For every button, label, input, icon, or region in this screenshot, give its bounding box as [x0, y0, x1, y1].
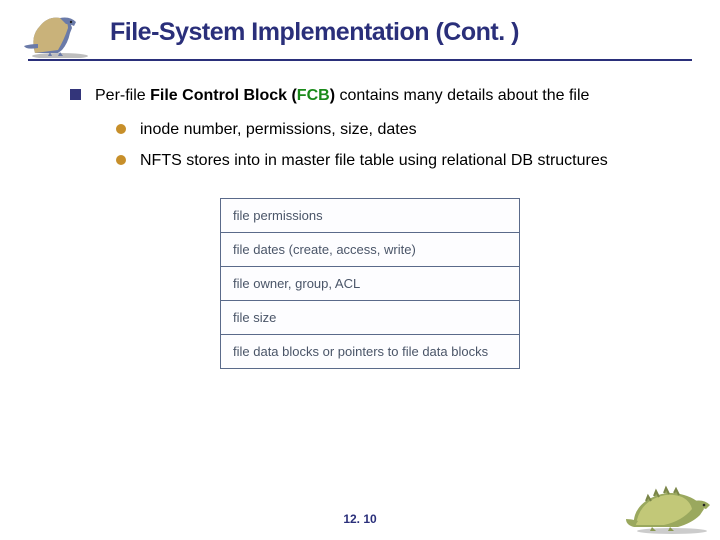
slide-content: Per-file File Control Block (FCB) contai…: [0, 61, 720, 369]
sub-bullet: inode number, permissions, size, dates: [116, 119, 670, 141]
table-cell: file permissions: [221, 198, 520, 232]
text-prefix: Per-file: [95, 87, 150, 104]
slide-title: File-System Implementation (Cont. ): [110, 18, 690, 47]
text-term: FCB: [297, 87, 330, 104]
table-cell: file owner, group, ACL: [221, 266, 520, 300]
circle-bullet-icon: [116, 124, 126, 134]
table-row: file dates (create, access, write): [221, 232, 520, 266]
main-bullet-text: Per-file File Control Block (FCB) contai…: [95, 85, 589, 107]
sub-bullet: NFTS stores into in master file table us…: [116, 150, 670, 172]
circle-bullet-icon: [116, 155, 126, 165]
table-row: file permissions: [221, 198, 520, 232]
text-bold-open: File Control Block (: [150, 87, 297, 104]
main-bullet: Per-file File Control Block (FCB) contai…: [70, 85, 670, 107]
sub-bullet-list: inode number, permissions, size, dates N…: [116, 119, 670, 172]
table-cell: file size: [221, 300, 520, 334]
square-bullet-icon: [70, 89, 81, 100]
table-row: file size: [221, 300, 520, 334]
table-cell: file data blocks or pointers to file dat…: [221, 334, 520, 368]
table-row: file data blocks or pointers to file dat…: [221, 334, 520, 368]
table-row: file owner, group, ACL: [221, 266, 520, 300]
page-number: 12. 10: [343, 512, 376, 526]
slide-header: File-System Implementation (Cont. ): [0, 0, 720, 55]
table-cell: file dates (create, access, write): [221, 232, 520, 266]
sub-bullet-text: NFTS stores into in master file table us…: [140, 150, 608, 172]
sub-bullet-text: inode number, permissions, size, dates: [140, 119, 417, 141]
dinosaur-right-icon: [624, 479, 714, 534]
text-suffix: contains many details about the file: [335, 87, 589, 104]
fcb-structure-table: file permissions file dates (create, acc…: [220, 198, 520, 369]
dinosaur-left-icon: [20, 8, 95, 58]
